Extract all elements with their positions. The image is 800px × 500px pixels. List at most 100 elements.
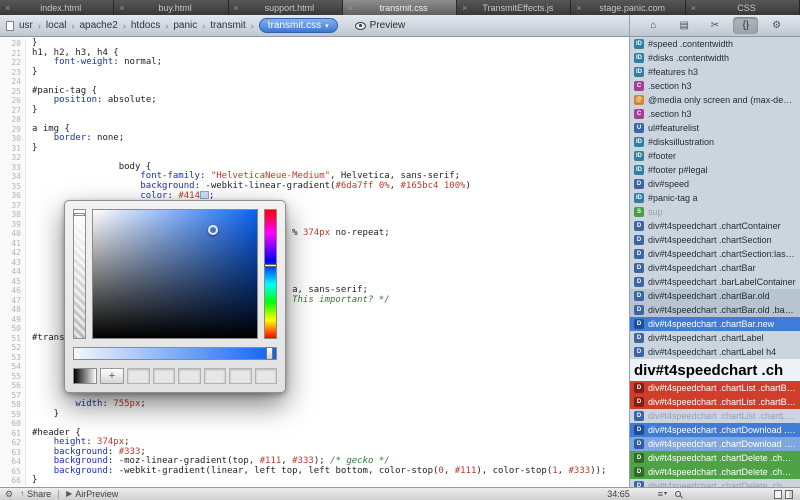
navigator-item[interactable]: Ddiv#t4speedchart .chartLabel h4: [630, 345, 800, 359]
alpha-slider-knob[interactable]: [74, 213, 85, 216]
navigator-item[interactable]: Ddiv#t4speedchart .chartList .chartBar.n…: [630, 381, 800, 395]
navigator-item[interactable]: div#t4speedchart .ch: [630, 359, 800, 381]
tab-stage.panic.com[interactable]: ×stage.panic.com: [571, 0, 685, 15]
alpha-slider[interactable]: [73, 209, 86, 339]
shade-slider-knob[interactable]: [266, 347, 273, 360]
navigator-item[interactable]: Ddiv#t4speedchart .barLabelContainer: [630, 275, 800, 289]
empty-swatch-well[interactable]: [127, 368, 150, 384]
hue-slider[interactable]: [264, 209, 277, 339]
line-number: 39: [0, 220, 26, 230]
shade-slider[interactable]: [73, 347, 277, 360]
navigator-item[interactable]: ID#disksillustration: [630, 135, 800, 149]
clips-icon[interactable]: ✂: [702, 17, 727, 34]
tools-icon[interactable]: ⚙: [764, 17, 789, 34]
empty-swatch-well[interactable]: [153, 368, 176, 384]
pages-icon[interactable]: ▤: [672, 17, 697, 34]
tab-CSS[interactable]: ×CSS: [686, 0, 800, 15]
navigator-item[interactable]: Ddiv#t4speedchart .chartDelete .chartLab…: [630, 479, 800, 487]
tab-close-icon[interactable]: ×: [234, 1, 239, 15]
breadcrumb-item[interactable]: transmit: [210, 20, 246, 31]
code-line[interactable]: 31}: [0, 144, 629, 154]
breadcrumb-item[interactable]: panic: [173, 20, 197, 31]
selector-label: div#t4speedchart .chartLabel: [648, 333, 764, 343]
code-line[interactable]: 59 }: [0, 410, 629, 420]
navigator-icon[interactable]: {}: [733, 17, 758, 34]
navigator-item[interactable]: Ddiv#t4speedchart .chartSection:last-chi…: [630, 247, 800, 261]
code-line[interactable]: 30 border: none;: [0, 134, 629, 144]
navigator-item[interactable]: ID#panic-tag a: [630, 191, 800, 205]
preview-button[interactable]: Preview: [355, 20, 406, 31]
empty-swatch-well[interactable]: [204, 368, 227, 384]
code-line[interactable]: 26 position: absolute;: [0, 96, 629, 106]
split-view-icon[interactable]: [785, 490, 793, 499]
hue-slider-knob[interactable]: [264, 264, 277, 267]
tab-buy.html[interactable]: ×buy.html: [114, 0, 228, 15]
navigator-item[interactable]: Ddiv#speed: [630, 177, 800, 191]
navigator-item[interactable]: Uul#featurelist: [630, 121, 800, 135]
navigator-item[interactable]: Ddiv#t4speedchart .chartBar: [630, 261, 800, 275]
home-icon[interactable]: ⌂: [641, 17, 666, 34]
tab-close-icon[interactable]: ×: [691, 1, 696, 15]
breadcrumb-item[interactable]: htdocs: [131, 20, 160, 31]
tab-close-icon[interactable]: ×: [119, 1, 124, 15]
navigator-item[interactable]: Ssup: [630, 205, 800, 219]
tab-close-icon[interactable]: ×: [576, 1, 581, 15]
navigator-item[interactable]: Ddiv#t4speedchart .chartList .chartBar.n…: [630, 395, 800, 409]
breadcrumb-item[interactable]: local: [46, 20, 67, 31]
code-line[interactable]: 27}: [0, 106, 629, 116]
navigator-item[interactable]: Ddiv#t4speedchart .chartBar.old: [630, 289, 800, 303]
list-menu-button[interactable]: ≡ ▾: [658, 488, 667, 500]
navigator-item[interactable]: Ddiv#t4speedchart .chartContainer: [630, 219, 800, 233]
empty-swatch-well[interactable]: [255, 368, 278, 384]
navigator-item[interactable]: Ddiv#t4speedchart .chartDownload .chartL: [630, 437, 800, 451]
navigator-item[interactable]: ID#speed .contentwidth: [630, 37, 800, 51]
code-line[interactable]: 28: [0, 115, 629, 125]
navigator-item[interactable]: Ddiv#t4speedchart .chartDelete .chartBar…: [630, 451, 800, 465]
tab-close-icon[interactable]: ×: [462, 1, 467, 15]
tab-TransmitEffects.js[interactable]: ×TransmitEffects.js: [457, 0, 571, 15]
tab-transmit.css[interactable]: ×transmit.css: [343, 0, 457, 15]
current-file-pill[interactable]: transmit.css ▾: [259, 18, 338, 33]
tab-support.html[interactable]: ×support.html: [229, 0, 343, 15]
tab-close-icon[interactable]: ×: [348, 1, 353, 15]
tab-close-icon[interactable]: ×: [5, 1, 10, 15]
breadcrumb-item[interactable]: apache2: [79, 20, 117, 31]
navigator-item[interactable]: C.section h3: [630, 107, 800, 121]
code-line[interactable]: 60: [0, 419, 629, 429]
navigator-item[interactable]: ID#footer: [630, 149, 800, 163]
airpreview-button[interactable]: ▶ AirPreview: [66, 488, 118, 500]
navigator-item[interactable]: ID#features h3: [630, 65, 800, 79]
code-line[interactable]: 65 background: -webkit-gradient(linear, …: [0, 467, 629, 477]
navigator-item[interactable]: Ddiv#t4speedchart .chartSection: [630, 233, 800, 247]
share-button[interactable]: ↑ Share: [20, 488, 51, 500]
navigator-item[interactable]: Ddiv#t4speedchart .chartBar.new: [630, 317, 800, 331]
navigator-item[interactable]: Ddiv#t4speedchart .chartDelete .chartBar…: [630, 465, 800, 479]
tab-index.html[interactable]: ×index.html: [0, 0, 114, 15]
code-line[interactable]: 58 width: 755px;: [0, 400, 629, 410]
breadcrumb-item[interactable]: usr: [19, 20, 33, 31]
saturation-brightness-area[interactable]: [92, 209, 258, 339]
settings-gear-icon[interactable]: ⚙: [5, 488, 13, 500]
navigator-item[interactable]: Ddiv#t4speedchart .chartList .chartLabel…: [630, 409, 800, 423]
add-swatch-button[interactable]: +: [100, 368, 124, 384]
code-line[interactable]: 66}: [0, 476, 629, 486]
navigator-item[interactable]: Ddiv#t4speedchart .chartLabel: [630, 331, 800, 345]
code-line[interactable]: 22 font-weight: normal;: [0, 58, 629, 68]
empty-swatch-well[interactable]: [178, 368, 201, 384]
selector-type-icon: ID: [634, 165, 644, 175]
navigator-item[interactable]: @@media only screen and (max-device-wid: [630, 93, 800, 107]
code-line[interactable]: 23}: [0, 68, 629, 78]
navigator-item[interactable]: Ddiv#t4speedchart .chartBar.old .barLabe…: [630, 303, 800, 317]
navigator-item[interactable]: Ddiv#t4speedchart .chartDownload .chartB: [630, 423, 800, 437]
color-cursor[interactable]: [208, 225, 218, 235]
single-page-view-icon[interactable]: [774, 490, 782, 499]
top-bar: usr›local›apache2›htdocs›panic›transmit …: [0, 15, 800, 37]
grayscale-well[interactable]: [73, 368, 97, 384]
navigator-item[interactable]: ID#disks .contentwidth: [630, 51, 800, 65]
zoom-icon[interactable]: [675, 491, 681, 497]
navigator-item[interactable]: ID#footer p#legal: [630, 163, 800, 177]
navigator-item[interactable]: C.section h3: [630, 79, 800, 93]
empty-swatch-well[interactable]: [229, 368, 252, 384]
code-line[interactable]: 35 background: -webkit-linear-gradient(#…: [0, 182, 629, 192]
line-number: 53: [0, 353, 26, 363]
